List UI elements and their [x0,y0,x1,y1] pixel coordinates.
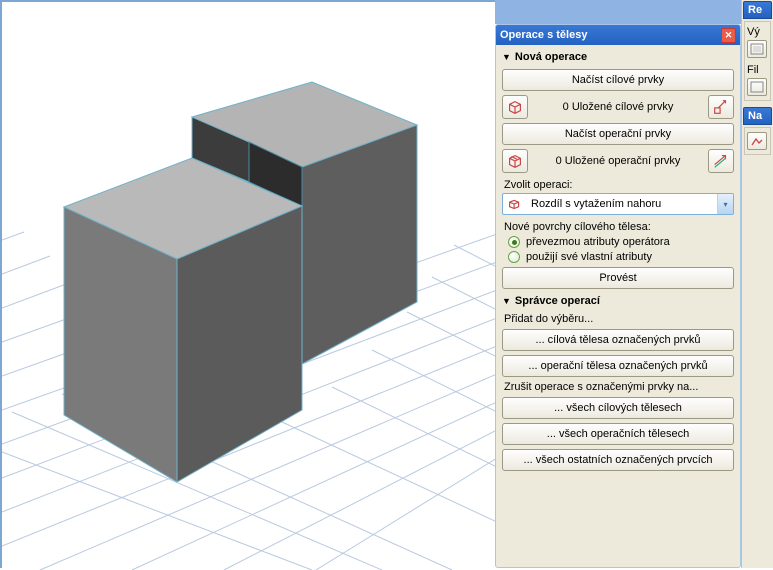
new-surfaces-label: Nové povrchy cílového tělesa: [504,221,734,233]
right-label-fil: Fil [747,64,768,76]
panel-title: Operace s tělesy [500,29,721,41]
right-tab-re[interactable]: Re [743,1,772,19]
cancel-ops-label: Zrušit operace s označenými prvky na... [504,381,734,393]
section-operation-manager[interactable]: ▼ Správce operací [502,293,600,309]
right-label-vy: Vý [747,26,768,38]
solid-operations-panel: Operace s tělesy ✕ ▼ Nová operace Načíst… [495,24,741,568]
dropdown-text: Rozdíl s vytažením nahoru [527,198,717,210]
execute-button[interactable]: Provést [502,267,734,289]
all-target-bodies-button[interactable]: ... všech cílových tělesech [502,397,734,419]
stored-oper-count: 0 Uložené operační prvky [534,155,702,167]
radio-own-attributes[interactable]: použijí své vlastní atributy [508,251,734,263]
right-button-1[interactable] [747,40,767,58]
oper-arrow-icon-button[interactable] [708,149,734,173]
all-other-marked-button[interactable]: ... všech ostatních označených prvcích [502,449,734,471]
load-target-elements-button[interactable]: Načíst cílové prvky [502,69,734,91]
section-label: Nová operace [515,51,587,63]
right-sidebar: Re Vý Fil Na [741,0,773,568]
radio-inherit-operator[interactable]: převezmou atributy operátora [508,236,734,248]
choose-operation-label: Zvolit operaci: [504,179,734,191]
load-operation-elements-button[interactable]: Načíst operační prvky [502,123,734,145]
section-new-operation[interactable]: ▼ Nová operace [502,49,587,65]
radio-icon [508,251,520,263]
top-strip [495,0,773,24]
viewport-3d[interactable] [0,0,495,568]
radio-label: převezmou atributy operátora [526,236,670,248]
collapse-arrow-icon: ▼ [502,296,511,306]
radio-label: použijí své vlastní atributy [526,251,652,263]
radio-icon [508,236,520,248]
right-button-2[interactable] [747,78,767,96]
collapse-arrow-icon: ▼ [502,52,511,62]
add-to-selection-label: Přidat do výběru... [504,313,734,325]
operation-bodies-button[interactable]: ... operační tělesa označených prvků [502,355,734,377]
operation-dropdown[interactable]: Rozdíl s vytažením nahoru ▾ [502,193,734,215]
right-button-3[interactable] [747,132,767,150]
target-cube-icon-button[interactable] [502,95,528,119]
panel-close-button[interactable]: ✕ [721,28,736,43]
oper-cube-icon-button[interactable] [502,149,528,173]
stored-target-count: 0 Uložené cílové prvky [534,101,702,113]
section-label: Správce operací [515,295,600,307]
panel-titlebar[interactable]: Operace s tělesy ✕ [496,25,740,45]
target-bodies-button[interactable]: ... cílová tělesa označených prvků [502,329,734,351]
dropdown-arrow-icon[interactable]: ▾ [717,194,733,214]
target-arrow-icon-button[interactable] [708,95,734,119]
right-tab-na[interactable]: Na [743,107,772,125]
dropdown-icon [503,195,527,213]
all-operation-bodies-button[interactable]: ... všech operačních tělesech [502,423,734,445]
